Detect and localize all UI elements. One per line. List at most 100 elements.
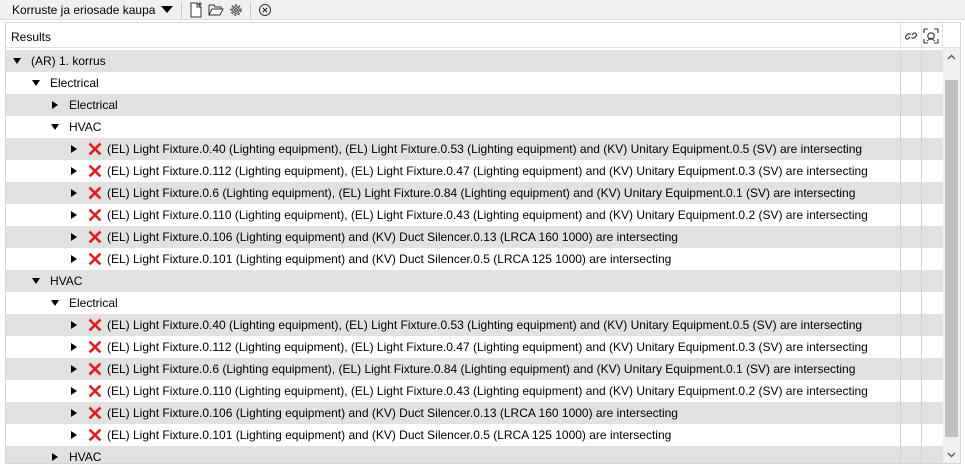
expand-triangle-icon[interactable]	[70, 145, 78, 153]
new-file-icon	[190, 1, 203, 17]
settings-gear-icon	[230, 3, 243, 16]
expand-triangle-icon[interactable]	[70, 167, 78, 175]
group-row[interactable]: HVAC	[6, 446, 943, 464]
result-row[interactable]: (EL) Light Fixture.0.112 (Lighting equip…	[6, 160, 943, 182]
link-column-header[interactable]	[901, 25, 921, 47]
row-label: (EL) Light Fixture.0.40 (Lighting equipm…	[107, 318, 863, 332]
row-label: Electrical	[50, 76, 99, 90]
row-label: HVAC	[50, 274, 83, 288]
chevron-down-icon	[947, 452, 956, 457]
scroll-thumb[interactable]	[945, 80, 958, 437]
results-header: Results	[6, 23, 960, 48]
row-label: (EL) Light Fixture.0.6 (Lighting equipme…	[107, 186, 856, 200]
row-label: Electrical	[69, 98, 118, 112]
row-label: (EL) Light Fixture.0.110 (Lighting equip…	[107, 208, 868, 222]
result-row[interactable]: (EL) Light Fixture.0.40 (Lighting equipm…	[6, 314, 943, 336]
chevron-up-icon	[947, 54, 956, 59]
scroll-down-button[interactable]	[943, 446, 960, 463]
error-x-icon	[88, 428, 102, 442]
vertical-scrollbar[interactable]	[943, 48, 960, 463]
row-label: (AR) 1. korrus	[31, 54, 106, 68]
results-header-title: Results	[11, 30, 52, 44]
settings-button[interactable]	[226, 1, 246, 19]
expand-triangle-icon[interactable]	[70, 321, 78, 329]
expand-triangle-icon[interactable]	[70, 189, 78, 197]
expand-triangle-icon[interactable]	[70, 233, 78, 241]
row-label: (EL) Light Fixture.0.101 (Lighting equip…	[107, 252, 672, 266]
open-folder-button[interactable]	[206, 1, 226, 19]
chevron-down-icon	[161, 6, 174, 13]
close-button[interactable]	[255, 1, 275, 19]
error-x-icon	[88, 362, 102, 376]
result-row[interactable]: (EL) Light Fixture.0.110 (Lighting equip…	[6, 204, 943, 226]
group-row[interactable]: HVAC	[6, 270, 943, 292]
column-divider[interactable]	[942, 23, 943, 48]
collapse-triangle-icon[interactable]	[51, 123, 59, 131]
collapse-triangle-icon[interactable]	[32, 79, 40, 87]
expand-triangle-icon[interactable]	[70, 343, 78, 351]
column-gridline	[921, 50, 922, 463]
result-row[interactable]: (EL) Light Fixture.0.101 (Lighting equip…	[6, 424, 943, 446]
toolbar-divider	[181, 1, 183, 18]
row-label: (EL) Light Fixture.0.110 (Lighting equip…	[107, 384, 868, 398]
expand-triangle-icon[interactable]	[51, 453, 59, 461]
results-panel: Results (AR) 1. korrus Electrical Electric…	[5, 22, 961, 464]
expand-triangle-icon[interactable]	[70, 211, 78, 219]
result-row[interactable]: (EL) Light Fixture.0.106 (Lighting equip…	[6, 226, 943, 248]
row-label: (EL) Light Fixture.0.112 (Lighting equip…	[107, 340, 868, 354]
error-x-icon	[88, 142, 102, 156]
toolbar: Korruste ja eriosade kaupa	[0, 0, 965, 20]
grouping-dropdown-label: Korruste ja eriosade kaupa	[12, 2, 156, 17]
focus-column-header[interactable]	[921, 25, 941, 47]
row-label: Electrical	[69, 296, 118, 310]
row-label: HVAC	[69, 120, 102, 134]
link-icon	[904, 32, 918, 40]
error-x-icon	[88, 230, 102, 244]
error-x-icon	[88, 340, 102, 354]
result-row[interactable]: (EL) Light Fixture.0.110 (Lighting equip…	[6, 380, 943, 402]
group-row[interactable]: HVAC	[6, 116, 943, 138]
result-row[interactable]: (EL) Light Fixture.0.6 (Lighting equipme…	[6, 358, 943, 380]
row-label: (EL) Light Fixture.0.6 (Lighting equipme…	[107, 362, 856, 376]
results-tree: (AR) 1. korrus Electrical Electrical HVAC (E…	[6, 50, 943, 464]
expand-triangle-icon[interactable]	[51, 101, 59, 109]
row-label: (EL) Light Fixture.0.112 (Lighting equip…	[107, 164, 868, 178]
expand-triangle-icon[interactable]	[70, 409, 78, 417]
focus-frame-icon	[923, 28, 939, 44]
result-row[interactable]: (EL) Light Fixture.0.106 (Lighting equip…	[6, 402, 943, 424]
expand-triangle-icon[interactable]	[70, 365, 78, 373]
result-row[interactable]: (EL) Light Fixture.0.6 (Lighting equipme…	[6, 182, 943, 204]
result-row[interactable]: (EL) Light Fixture.0.101 (Lighting equip…	[6, 248, 943, 270]
scroll-up-button[interactable]	[943, 48, 960, 65]
row-label: (EL) Light Fixture.0.106 (Lighting equip…	[107, 406, 678, 420]
error-x-icon	[88, 164, 102, 178]
column-gridline	[900, 50, 901, 463]
result-row[interactable]: (EL) Light Fixture.0.112 (Lighting equip…	[6, 336, 943, 358]
error-x-icon	[88, 252, 102, 266]
row-label: (EL) Light Fixture.0.101 (Lighting equip…	[107, 428, 672, 442]
error-x-icon	[88, 384, 102, 398]
collapse-triangle-icon[interactable]	[51, 299, 59, 307]
error-x-icon	[88, 186, 102, 200]
collapse-triangle-icon[interactable]	[32, 277, 40, 285]
close-circle-icon	[259, 3, 272, 16]
group-row[interactable]: (AR) 1. korrus	[6, 50, 943, 72]
row-label: (EL) Light Fixture.0.106 (Lighting equip…	[107, 230, 678, 244]
grouping-dropdown[interactable]: Korruste ja eriosade kaupa	[0, 1, 177, 19]
group-row[interactable]: Electrical	[6, 292, 943, 314]
group-row[interactable]: Electrical	[6, 72, 943, 94]
expand-triangle-icon[interactable]	[70, 387, 78, 395]
group-row[interactable]: Electrical	[6, 94, 943, 116]
error-x-icon	[88, 406, 102, 420]
row-label: (EL) Light Fixture.0.40 (Lighting equipm…	[107, 142, 863, 156]
error-x-icon	[88, 318, 102, 332]
new-file-button[interactable]	[186, 1, 206, 19]
expand-triangle-icon[interactable]	[70, 431, 78, 439]
collapse-triangle-icon[interactable]	[13, 57, 21, 65]
open-folder-icon	[208, 4, 225, 15]
result-row[interactable]: (EL) Light Fixture.0.40 (Lighting equipm…	[6, 138, 943, 160]
toolbar-divider	[250, 1, 252, 18]
expand-triangle-icon[interactable]	[70, 255, 78, 263]
error-x-icon	[88, 208, 102, 222]
row-label: HVAC	[69, 450, 102, 464]
